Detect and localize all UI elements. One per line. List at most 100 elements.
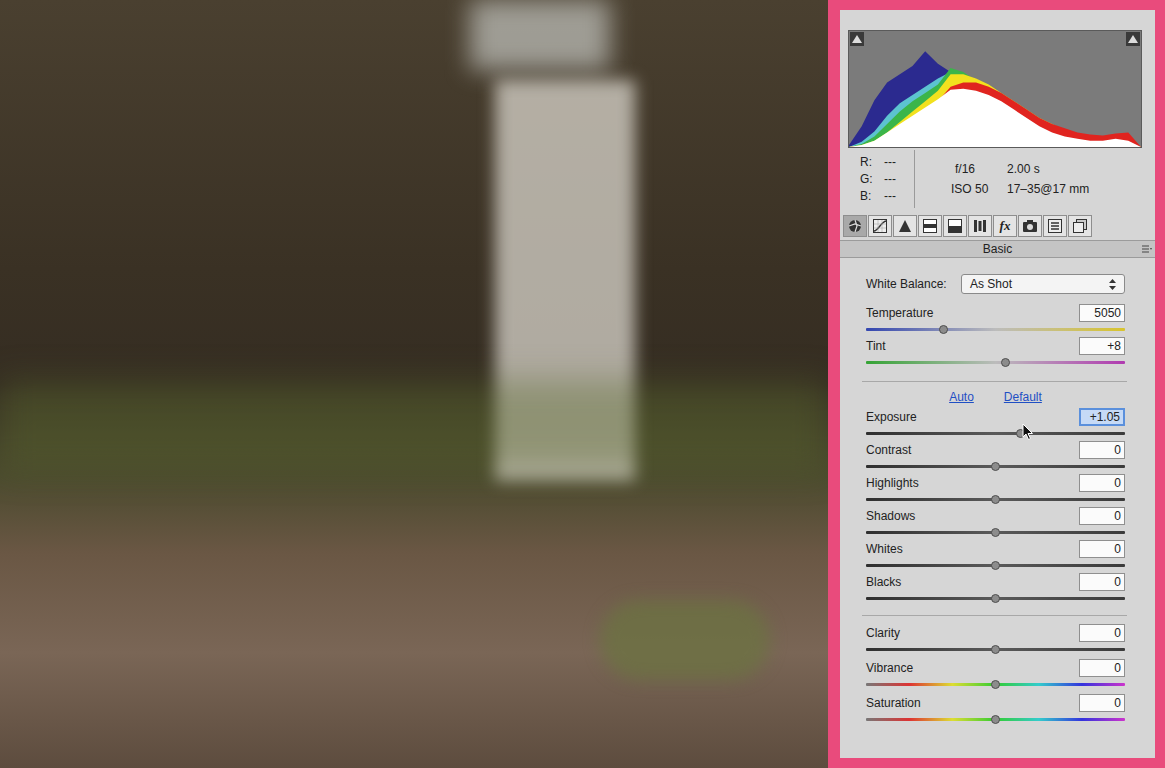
slider-label-row: Clarity 0 [866,623,1125,643]
auto-default-links: Auto Default [866,389,1125,405]
panel-title: Basic [983,241,1012,257]
fx-label: fx [1000,219,1011,232]
camera-raw-panel: R:---G:---B:---f/162.00 sISO 5017–35@17 … [840,10,1155,758]
slider-label-row: Shadows 0 [866,506,1125,526]
slider-value-field[interactable]: 0 [1079,624,1125,642]
panel-tab[interactable] [968,215,992,237]
panel-tab[interactable] [943,215,967,237]
slider-value: +1.05 [1090,410,1120,424]
photo [0,0,828,768]
readout: R:---G:---B:---f/162.00 sISO 5017–35@17 … [840,148,1155,210]
slider-row: Exposure+1.05 [866,407,1125,440]
section-divider [862,381,1127,382]
preset-link[interactable]: Default [1004,389,1042,405]
slider-line [866,432,1125,435]
slider-value-field[interactable]: 0 [1079,659,1125,677]
slider-thumb[interactable] [1001,358,1010,367]
slider-value-field[interactable]: +1.05 [1079,408,1125,426]
rgb-label: G: [860,171,876,188]
slider-thumb[interactable] [991,680,1000,689]
slider-label-row: Blacks 0 [866,572,1125,592]
slider-row: Contrast 0 [866,440,1125,473]
basic-panel-body: White Balance:As ShotTemperature5050Tint… [840,258,1155,728]
presets-tab-icon [1048,219,1062,233]
panel-tab[interactable] [893,215,917,237]
panel-tab[interactable] [1068,215,1092,237]
panel-tab[interactable]: fx [993,215,1017,237]
slider-value: 0 [1114,509,1121,523]
slider-label: Clarity [866,625,900,641]
slider-row: Clarity 0 [866,623,1125,658]
rgb-label: B: [860,188,876,205]
slider-thumb[interactable] [991,462,1000,471]
slider-label: Contrast [866,442,911,458]
slider-value-field[interactable]: +8 [1079,337,1125,355]
basic-tab-icon [848,219,862,233]
slider-value-field[interactable]: 5050 [1079,304,1125,322]
histogram [848,30,1142,148]
rgb-readout: R:---G:---B:--- [840,148,914,210]
slider-thumb[interactable] [991,528,1000,537]
slider-thumb[interactable] [991,495,1000,504]
slider-track[interactable] [866,678,1125,693]
histogram-series [849,74,1141,147]
slider-line [866,328,1125,331]
slider-thumb[interactable] [991,715,1000,724]
slider-label-row: Saturation0 [866,693,1125,713]
slider-track[interactable] [866,427,1125,440]
slider-value: 0 [1114,575,1121,589]
detail-tab-icon [898,219,912,233]
curve-tab-icon [873,219,887,233]
highlight-frame: R:---G:---B:---f/162.00 sISO 5017–35@17 … [828,0,1165,768]
panel-tab[interactable] [868,215,892,237]
slider-track[interactable] [866,460,1125,473]
slider-label-row: Whites0 [866,539,1125,559]
slider-track[interactable] [866,713,1125,728]
histogram-series [849,89,1141,147]
slider-track[interactable] [866,643,1125,658]
slider-thumb[interactable] [939,325,948,334]
slider-label: Shadows [866,508,915,524]
slider-track[interactable] [866,356,1125,369]
panel-tab[interactable] [1018,215,1042,237]
highlight-clipping-icon[interactable] [1126,32,1140,46]
slider-label-row: Contrast 0 [866,440,1125,460]
panel-tab[interactable] [918,215,942,237]
slider-label: Temperature [866,305,933,321]
fx-tab-icon: fx [1000,219,1011,232]
slider-row: Vibrance 0 [866,658,1125,693]
slider-track[interactable] [866,493,1125,506]
slider-label: Blacks [866,574,901,590]
slider-value-field[interactable]: 0 [1079,573,1125,591]
panel-menu-icon[interactable] [1142,245,1152,253]
histogram-series [849,51,1141,147]
panel-tab[interactable] [1043,215,1067,237]
updown-icon [1109,279,1116,290]
panel-tab[interactable] [843,215,867,237]
slider-value-field[interactable]: 0 [1079,474,1125,492]
histogram-series [849,72,1141,147]
slider-thumb[interactable] [991,561,1000,570]
slider-track[interactable] [866,526,1125,539]
white-balance-select[interactable]: As Shot [961,274,1125,294]
slider-label: Vibrance [866,660,913,676]
slider-section: Temperature5050Tint+8 [866,303,1125,369]
slider-track[interactable] [866,323,1125,336]
slider-track[interactable] [866,559,1125,572]
slider-label-row: Temperature 5050 [866,303,1125,323]
slider-value: 5050 [1094,306,1121,320]
rgb-row: R:--- [860,154,914,171]
preset-link[interactable]: Auto [949,389,974,405]
mouse-cursor-icon [1022,423,1034,441]
slider-thumb[interactable] [991,594,1000,603]
slider-track[interactable] [866,592,1125,605]
slider-value-field[interactable]: 0 [1079,694,1125,712]
shadow-clipping-icon[interactable] [850,32,864,46]
slider-value-field[interactable]: 0 [1079,441,1125,459]
slider-thumb[interactable] [991,645,1000,654]
slider-value-field[interactable]: 0 [1079,507,1125,525]
histogram-area [840,10,1155,148]
slider-value: +8 [1107,339,1121,353]
exposure-info: f/162.00 sISO 5017–35@17 mm [915,148,1155,210]
slider-value-field[interactable]: 0 [1079,540,1125,558]
